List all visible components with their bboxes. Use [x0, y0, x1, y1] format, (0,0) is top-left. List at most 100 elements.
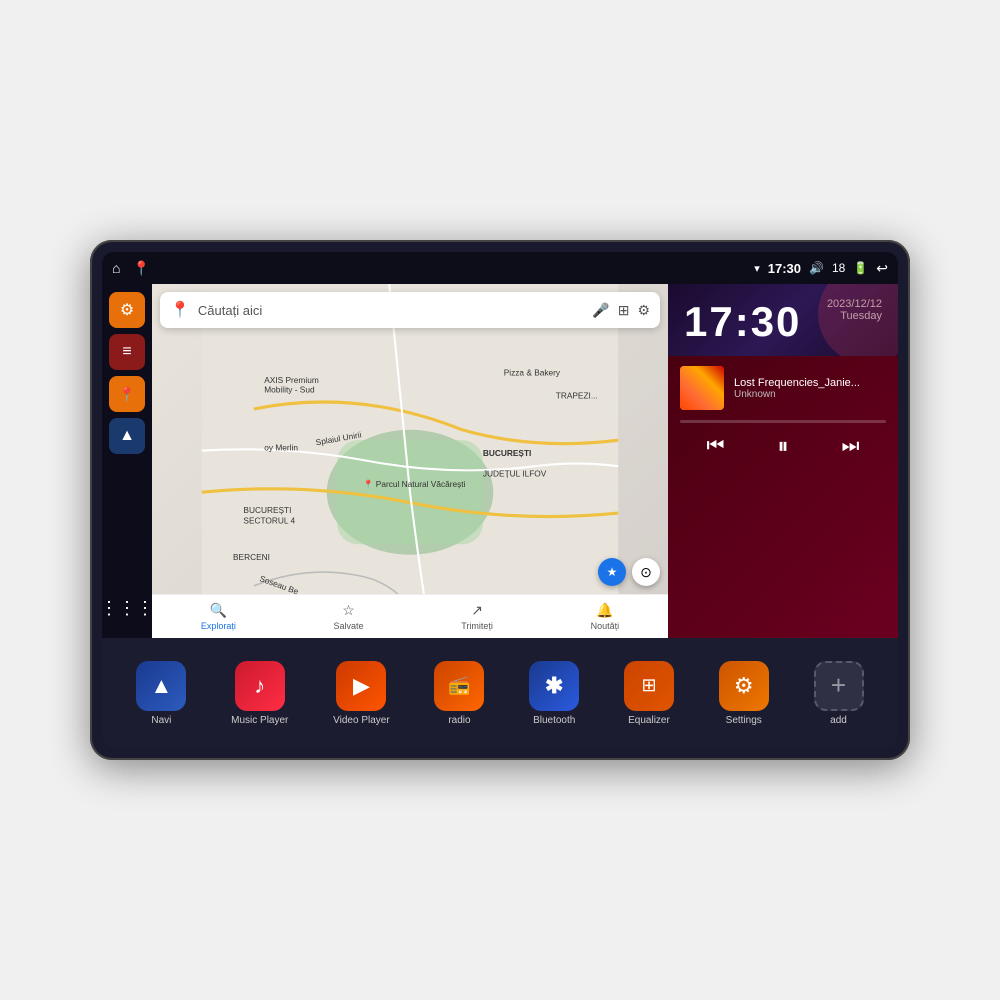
- app-bluetooth[interactable]: ✱ Bluetooth: [529, 661, 579, 726]
- explore-icon: 🔍: [210, 602, 227, 619]
- svg-text:SECTORUL 4: SECTORUL 4: [243, 515, 295, 525]
- map-bottom-bar: 🔍 Explorați ☆ Salvate ↗ Trimiteți 🔔: [152, 594, 668, 638]
- clock-top-row: 17:30 2023/12/12 Tuesday: [684, 298, 882, 346]
- video-icon: ▶: [353, 673, 370, 699]
- navi-icon: ▲: [150, 673, 172, 699]
- map-saved-btn[interactable]: ☆ Salvate: [334, 602, 364, 631]
- app-video-player[interactable]: ▶ Video Player: [333, 661, 390, 726]
- search-input-text[interactable]: Căutați aici: [198, 303, 584, 318]
- album-art-inner: [680, 366, 724, 410]
- settings-label: Settings: [726, 715, 762, 726]
- app-add[interactable]: + add: [814, 661, 864, 726]
- svg-text:BUCUREȘTI: BUCUREȘTI: [483, 448, 531, 458]
- add-label: add: [830, 715, 847, 726]
- clock-date: 2023/12/12: [827, 298, 882, 310]
- app-music-player[interactable]: ♪ Music Player: [231, 661, 288, 726]
- clock-widget: 17:30 2023/12/12 Tuesday: [668, 284, 898, 356]
- expand-icon[interactable]: ⊞: [618, 302, 630, 319]
- music-icon: ♪: [254, 673, 265, 699]
- news-label: Noutăți: [591, 621, 620, 631]
- location-fab[interactable]: ⊙: [632, 558, 660, 586]
- back-icon[interactable]: ↩: [876, 260, 888, 277]
- navi-icon-img: ▲: [136, 661, 186, 711]
- music-controls: ⏮ ⏸ ⏭: [680, 433, 886, 459]
- eq-label: Equalizer: [628, 715, 670, 726]
- settings-icon: ⚙: [734, 673, 754, 699]
- map-search-bar[interactable]: 📍 Căutați aici 🎤 ⊞ ⚙: [160, 292, 660, 328]
- sidebar-grid-btn[interactable]: ⋮⋮⋮: [109, 590, 145, 626]
- equalizer-icon: ⊞: [641, 675, 656, 696]
- music-icon-img: ♪: [235, 661, 285, 711]
- app-equalizer[interactable]: ⊞ Equalizer: [624, 661, 674, 726]
- device-screen: ⌂ 📍 ▾ 17:30 🔊 18 🔋 ↩ ⚙ ≡: [102, 252, 898, 748]
- map-icon[interactable]: 📍: [132, 260, 149, 277]
- explore-label: Explorați: [201, 621, 236, 631]
- eq-icon-img: ⊞: [624, 661, 674, 711]
- search-settings-icon[interactable]: ⚙: [637, 302, 650, 319]
- pause-button[interactable]: ⏸: [777, 433, 788, 459]
- sidebar-map-btn[interactable]: 📍: [109, 376, 145, 412]
- sidebar-settings-btn[interactable]: ⚙: [109, 292, 145, 328]
- app-settings[interactable]: ⚙ Settings: [719, 661, 769, 726]
- menu-icon: ≡: [122, 343, 131, 361]
- album-art: [680, 366, 724, 410]
- news-icon: 🔔: [596, 602, 613, 619]
- music-progress-bar[interactable]: [680, 420, 886, 423]
- wifi-icon: ▾: [754, 262, 760, 275]
- star-nav-icon: ★: [607, 565, 618, 579]
- navigate-fab[interactable]: ★: [598, 558, 626, 586]
- navi-label: Navi: [151, 715, 171, 726]
- map-explore-btn[interactable]: 🔍 Explorați: [201, 602, 236, 631]
- volume-icon: 🔊: [809, 261, 824, 275]
- svg-text:JUDEȚUL ILFOV: JUDEȚUL ILFOV: [483, 469, 547, 479]
- map-background: AXIS Premium Mobility - Sud Pizza & Bake…: [152, 284, 668, 638]
- bluetooth-label: Bluetooth: [533, 715, 575, 726]
- clock-time: 17:30: [684, 298, 801, 346]
- app-navi[interactable]: ▲ Navi: [136, 661, 186, 726]
- svg-text:oy Merlin: oy Merlin: [264, 443, 298, 453]
- clock-day: Tuesday: [827, 310, 882, 322]
- bt-icon-img: ✱: [529, 661, 579, 711]
- navigate-icon: ▲: [119, 427, 135, 445]
- song-artist: Unknown: [734, 389, 886, 400]
- video-icon-img: ▶: [336, 661, 386, 711]
- google-maps-icon: 📍: [170, 300, 190, 320]
- svg-text:Pizza & Bakery: Pizza & Bakery: [504, 368, 561, 378]
- radio-icon: 📻: [448, 675, 470, 696]
- sidebar-nav-btn[interactable]: ▲: [109, 418, 145, 454]
- microphone-icon[interactable]: 🎤: [592, 302, 609, 319]
- music-label: Music Player: [231, 715, 288, 726]
- video-label: Video Player: [333, 715, 390, 726]
- svg-text:BERCENI: BERCENI: [233, 552, 270, 562]
- prev-button[interactable]: ⏮: [706, 435, 724, 458]
- sidebar-menu-btn[interactable]: ≡: [109, 334, 145, 370]
- map-news-btn[interactable]: 🔔 Noutăți: [591, 602, 620, 631]
- map-container[interactable]: AXIS Premium Mobility - Sud Pizza & Bake…: [152, 284, 668, 638]
- status-left: ⌂ 📍: [112, 260, 150, 277]
- map-share-btn[interactable]: ↗ Trimiteți: [461, 602, 493, 631]
- next-button[interactable]: ⏭: [841, 435, 859, 458]
- app-radio[interactable]: 📻 radio: [434, 661, 484, 726]
- battery-icon: 🔋: [853, 261, 868, 275]
- home-icon[interactable]: ⌂: [112, 260, 120, 276]
- bluetooth-icon: ✱: [545, 673, 563, 699]
- share-icon: ↗: [471, 602, 483, 619]
- settings-icon-img: ⚙: [719, 661, 769, 711]
- radio-label: radio: [448, 715, 470, 726]
- right-panel: 17:30 2023/12/12 Tuesday Los: [668, 284, 898, 638]
- app-grid: ▲ Navi ♪ Music Player ▶ Video Player 📻: [102, 638, 898, 748]
- svg-text:📍 Parcul Natural Văcărești: 📍 Parcul Natural Văcărești: [363, 479, 465, 489]
- status-right: ▾ 17:30 🔊 18 🔋 ↩: [754, 260, 888, 277]
- radio-icon-img: 📻: [434, 661, 484, 711]
- music-widget: Lost Frequencies_Janie... Unknown ⏮ ⏸ ⏭: [668, 356, 898, 638]
- saved-label: Salvate: [334, 621, 364, 631]
- add-icon-img: +: [814, 661, 864, 711]
- crosshair-icon: ⊙: [640, 564, 652, 581]
- status-time: 17:30: [768, 261, 801, 276]
- gear-icon: ⚙: [120, 300, 134, 320]
- song-title: Lost Frequencies_Janie...: [734, 377, 886, 389]
- share-label: Trimiteți: [461, 621, 493, 631]
- add-icon: +: [831, 670, 846, 701]
- svg-text:TRAPEZI...: TRAPEZI...: [556, 391, 598, 401]
- map-svg: AXIS Premium Mobility - Sud Pizza & Bake…: [152, 284, 668, 638]
